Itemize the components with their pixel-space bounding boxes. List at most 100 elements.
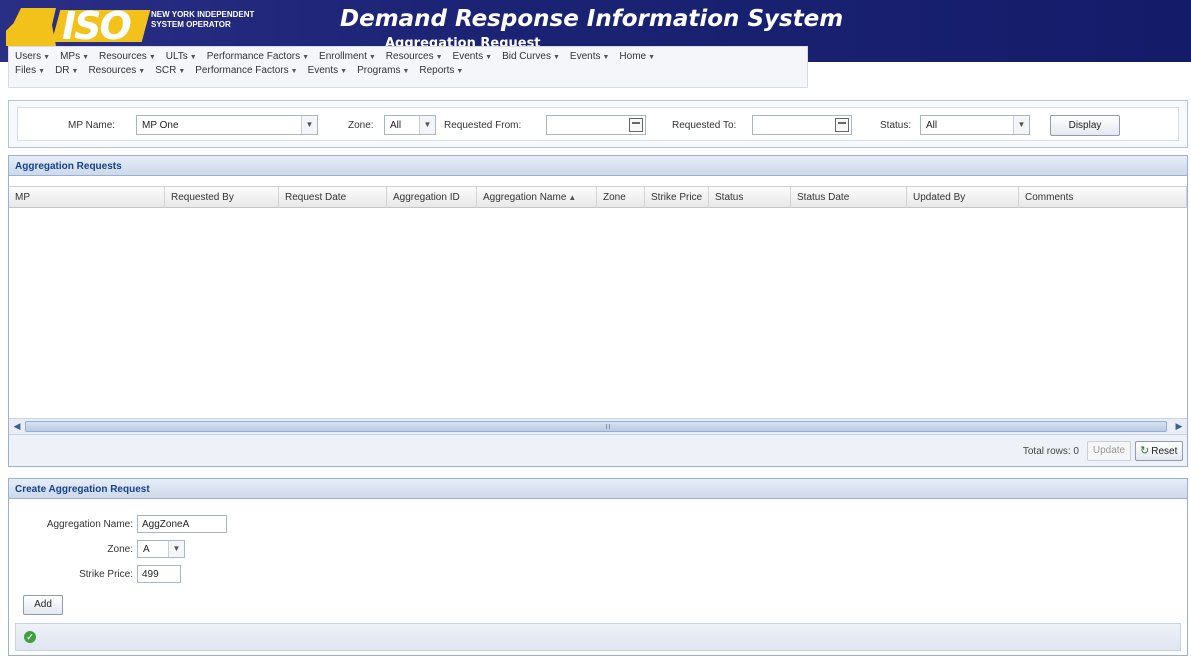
chevron-down-icon: ▼ (138, 68, 146, 75)
zone-filter-label: Zone: (348, 120, 374, 131)
logo-org-text: NEW YORK INDEPENDENT SYSTEM OPERATOR (151, 10, 255, 29)
update-button[interactable]: Update (1087, 441, 1131, 461)
menu-item-0[interactable]: Users ▼ (15, 51, 50, 62)
column-header[interactable]: Strike Price (645, 187, 709, 208)
chevron-down-icon[interactable]: ▼ (419, 116, 435, 134)
chevron-down-icon: ▼ (148, 54, 156, 61)
create-panel-title: Create Aggregation Request (9, 479, 1187, 499)
column-header[interactable]: Requested By (165, 187, 279, 208)
submenu-item-2[interactable]: Resources ▼ (88, 65, 145, 76)
menu-item-9[interactable]: Events ▼ (570, 51, 610, 62)
chevron-down-icon: ▼ (71, 68, 79, 75)
submenu-item-3[interactable]: SCR ▼ (155, 65, 185, 76)
grid-header: MP Requested By Request Date Aggregation ID… (9, 186, 1187, 208)
add-button[interactable]: Add (23, 595, 63, 615)
status-filter-label: Status: (880, 120, 912, 131)
reset-button[interactable]: ↻ Reset (1135, 441, 1183, 461)
zone-label: Zone: (107, 544, 133, 555)
status-bar: ✓ (15, 623, 1181, 651)
chevron-down-icon: ▼ (302, 54, 310, 61)
calendar-icon[interactable] (835, 118, 849, 132)
column-header[interactable]: Status (709, 187, 791, 208)
menu-item-2[interactable]: Resources ▼ (99, 51, 156, 62)
chevron-down-icon[interactable]: ▼ (168, 541, 184, 557)
horizontal-scrollbar[interactable]: ◀ ▶ (9, 418, 1187, 434)
menu-item-4[interactable]: Performance Factors ▼ (207, 51, 309, 62)
menu-item-3[interactable]: ULTs ▼ (166, 51, 197, 62)
chevron-down-icon: ▼ (435, 54, 443, 61)
mp-name-select[interactable]: MP One ▼ (136, 115, 318, 135)
panel-title: Aggregation Requests (9, 156, 1187, 176)
column-header[interactable]: Request Date (279, 187, 387, 208)
success-check-icon: ✓ (24, 631, 36, 643)
chevron-down-icon: ▼ (602, 54, 610, 61)
chevron-down-icon: ▼ (340, 68, 348, 75)
column-header[interactable]: MP (9, 187, 165, 208)
chevron-down-icon: ▼ (43, 54, 51, 61)
requested-to-label: Requested To: (672, 120, 737, 131)
requested-to-date[interactable] (752, 115, 852, 135)
scroll-thumb[interactable] (25, 421, 1167, 432)
column-header[interactable]: Comments (1019, 187, 1187, 208)
chevron-down-icon: ▼ (290, 68, 298, 75)
new-york-state-icon (6, 8, 56, 46)
menu-item-5[interactable]: Enrollment ▼ (319, 51, 376, 62)
column-header[interactable]: Status Date (791, 187, 907, 208)
filter-panel: MP Name: MP One ▼ Zone: All ▼ Requested … (8, 100, 1188, 148)
chevron-down-icon: ▼ (82, 54, 89, 61)
submenu-item-5[interactable]: Events ▼ (308, 65, 348, 76)
submenu-item-0[interactable]: Files ▼ (15, 65, 45, 76)
strike-price-label: Strike Price: (79, 569, 133, 580)
menu-item-10[interactable]: Home ▼ (619, 51, 655, 62)
menu-item-7[interactable]: Events ▼ (453, 51, 493, 62)
submenu-item-7[interactable]: Reports ▼ (419, 65, 463, 76)
strike-price-input[interactable]: 499 (137, 565, 181, 583)
menu-row-secondary: Files ▼ DR ▼ Resources ▼ SCR ▼ Performance Facto… (9, 62, 807, 76)
refresh-icon: ↻ (1140, 445, 1150, 457)
app-title: Demand Response Information System (340, 6, 844, 32)
display-button[interactable]: Display (1050, 115, 1120, 136)
chevron-down-icon: ▼ (456, 68, 464, 75)
column-header[interactable]: Aggregation ID (387, 187, 477, 208)
create-aggregation-panel: Create Aggregation Request Aggregation N… (8, 478, 1188, 656)
submenu-item-4[interactable]: Performance Factors ▼ (195, 65, 297, 76)
chevron-down-icon: ▼ (178, 68, 186, 75)
chevron-down-icon: ▼ (368, 54, 376, 61)
grid-toolbar: Total rows: 0 Update ↻ Reset (9, 434, 1187, 466)
chevron-down-icon: ▼ (38, 68, 46, 75)
chevron-down-icon: ▼ (552, 54, 560, 61)
column-header[interactable]: Zone (597, 187, 645, 208)
grid-body (9, 208, 1187, 418)
chevron-down-icon: ▼ (189, 54, 197, 61)
mp-name-label: MP Name: (68, 120, 116, 131)
aggregation-name-label: Aggregation Name: (46, 519, 133, 530)
chevron-down-icon: ▼ (648, 54, 656, 61)
chevron-down-icon[interactable]: ▼ (1013, 116, 1029, 134)
menu-row-primary: Users ▼ MPs ▼ Resources ▼ ULTs ▼ Performance Fac… (9, 47, 807, 62)
aggregation-requests-panel: Aggregation Requests MP Requested By Reque… (8, 155, 1188, 467)
calendar-icon[interactable] (629, 118, 643, 132)
submenu-item-1[interactable]: DR ▼ (55, 65, 78, 76)
sort-ascending-icon: ▲ (568, 193, 577, 202)
requested-from-label: Requested From: (444, 120, 522, 131)
chevron-down-icon: ▼ (485, 54, 493, 61)
scroll-left-icon[interactable]: ◀ (10, 420, 24, 433)
chevron-down-icon[interactable]: ▼ (301, 116, 317, 134)
chevron-down-icon: ▼ (402, 68, 410, 75)
column-header[interactable]: Updated By (907, 187, 1019, 208)
requested-from-date[interactable] (546, 115, 646, 135)
column-header[interactable]: Aggregation Name ▲ (477, 187, 597, 208)
menu-item-8[interactable]: Bid Curves ▼ (502, 51, 560, 62)
nyiso-logo: ISO NEW YORK INDEPENDENT SYSTEM OPERATOR (6, 4, 266, 48)
scroll-right-icon[interactable]: ▶ (1172, 420, 1186, 433)
submenu-item-6[interactable]: Programs ▼ (357, 65, 409, 76)
menu-item-6[interactable]: Resources ▼ (386, 51, 443, 62)
main-menu: Users ▼ MPs ▼ Resources ▼ ULTs ▼ Performance Fac… (8, 46, 808, 88)
status-filter-select[interactable]: All ▼ (920, 115, 1030, 135)
logo-iso-text: ISO (62, 4, 132, 48)
aggregation-name-input[interactable]: AggZoneA (137, 515, 227, 533)
menu-item-1[interactable]: MPs ▼ (60, 51, 89, 62)
zone-select[interactable]: A ▼ (137, 540, 185, 558)
total-rows: Total rows: 0 (1022, 446, 1079, 457)
zone-filter-select[interactable]: All ▼ (384, 115, 436, 135)
